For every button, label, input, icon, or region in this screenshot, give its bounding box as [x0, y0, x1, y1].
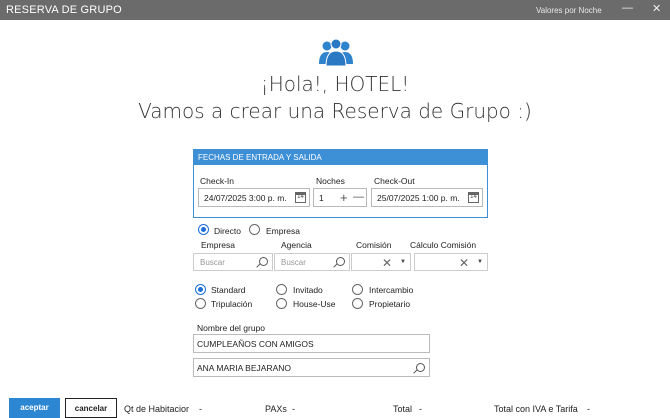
agencia-search-placeholder: Buscar: [281, 258, 306, 267]
directo-radio[interactable]: [198, 224, 209, 235]
valores-por-noche-link[interactable]: Valores por Noche: [536, 6, 602, 15]
paxs-label: PAXs: [265, 404, 287, 414]
comision-select[interactable]: ✕ ▼: [351, 253, 411, 271]
checkin-field[interactable]: 24/07/2025 3:00 p. m. 14: [198, 188, 310, 207]
calculo-comision-select[interactable]: ✕ ▼: [414, 253, 488, 271]
cancelar-button[interactable]: cancelar: [65, 398, 117, 418]
empresa-radio-label: Empresa: [266, 226, 301, 236]
empresa-radio[interactable]: [249, 224, 260, 235]
total-value: -: [419, 404, 422, 414]
plus-icon[interactable]: +: [340, 191, 348, 204]
house-use-label: House-Use: [293, 299, 336, 309]
nombre-grupo-input[interactable]: CUMPLEAÑOS CON AMIGOS: [193, 334, 430, 353]
noches-label: Noches: [316, 176, 345, 186]
standard-label: Standard: [211, 285, 246, 295]
total-iva-label: Total con IVA e Tarifa: [494, 404, 578, 414]
nombre-grupo-value: CUMPLEAÑOS CON AMIGOS: [197, 339, 314, 349]
intercambio-label: Intercambio: [369, 285, 414, 295]
noches-value: 1: [319, 193, 324, 203]
propietario-label: Propietario: [369, 299, 411, 309]
invitado-label: Invitado: [293, 285, 323, 295]
window-titlebar: RESERVA DE GRUPO Valores por Noche — ✕: [0, 0, 670, 20]
tripulacion-radio[interactable]: [195, 298, 206, 309]
fechas-panel-header: FECHAS DE ENTRADA Y SALIDA: [194, 150, 487, 165]
checkout-field[interactable]: 25/07/2025 1:00 p. m. 14: [371, 188, 483, 207]
empresa-search-placeholder: Buscar: [200, 258, 225, 267]
nombre-grupo-label: Nombre del grupo: [197, 323, 266, 333]
propietario-radio[interactable]: [352, 298, 363, 309]
titular-value: ANA MARIA BEJARANO: [197, 363, 291, 373]
search-icon[interactable]: [416, 363, 425, 372]
chevron-down-icon[interactable]: ▼: [477, 259, 483, 265]
aceptar-button[interactable]: aceptar: [9, 398, 60, 418]
house-use-radio[interactable]: [276, 298, 287, 309]
calendar-icon[interactable]: 14: [468, 192, 479, 203]
total-label: Total: [393, 404, 413, 414]
qt-habitaciones-label: Qt de Habitacior: [124, 404, 190, 414]
calculo-comision-label: Cálculo Comisión: [410, 240, 477, 250]
window-title: RESERVA DE GRUPO: [6, 4, 122, 16]
close-button[interactable]: ✕: [652, 2, 661, 15]
total-iva-value: -: [587, 404, 590, 414]
standard-radio[interactable]: [195, 284, 206, 295]
clear-icon[interactable]: ✕: [382, 256, 392, 270]
minimize-button[interactable]: —: [622, 2, 633, 14]
calendar-icon[interactable]: 14: [295, 192, 306, 203]
qt-habitaciones-value: -: [199, 404, 202, 414]
clear-icon[interactable]: ✕: [459, 256, 469, 270]
chevron-down-icon[interactable]: ▼: [400, 259, 406, 265]
comision-label: Comisión: [356, 240, 392, 250]
empresa-label: Empresa: [201, 240, 236, 250]
group-users-icon: [319, 38, 353, 66]
tripulacion-label: Tripulación: [211, 299, 253, 309]
checkout-label: Check-Out: [374, 176, 415, 186]
paxs-value: -: [292, 404, 295, 414]
titular-search-input[interactable]: ANA MARIA BEJARANO: [193, 358, 430, 377]
intercambio-radio[interactable]: [352, 284, 363, 295]
agencia-label: Agencia: [281, 240, 312, 250]
fechas-panel: FECHAS DE ENTRADA Y SALIDA Check-In 24/0…: [193, 149, 488, 218]
search-icon[interactable]: [259, 257, 268, 266]
noches-stepper[interactable]: 1 + —: [313, 188, 367, 207]
checkout-value: 25/07/2025 1:00 p. m.: [377, 193, 460, 203]
search-icon[interactable]: [336, 257, 345, 266]
checkin-value: 24/07/2025 3:00 p. m.: [204, 193, 287, 203]
checkin-label: Check-In: [200, 176, 235, 186]
greeting-subtitle: Vamos a crear una Reserva de Grupo :): [138, 99, 532, 123]
directo-label: Directo: [214, 226, 241, 236]
minus-icon[interactable]: —: [353, 191, 364, 204]
empresa-search-input[interactable]: Buscar: [193, 253, 273, 271]
greeting-title: ¡Hola!, HOTEL!: [260, 72, 410, 96]
agencia-search-input[interactable]: Buscar: [274, 253, 350, 271]
invitado-radio[interactable]: [276, 284, 287, 295]
